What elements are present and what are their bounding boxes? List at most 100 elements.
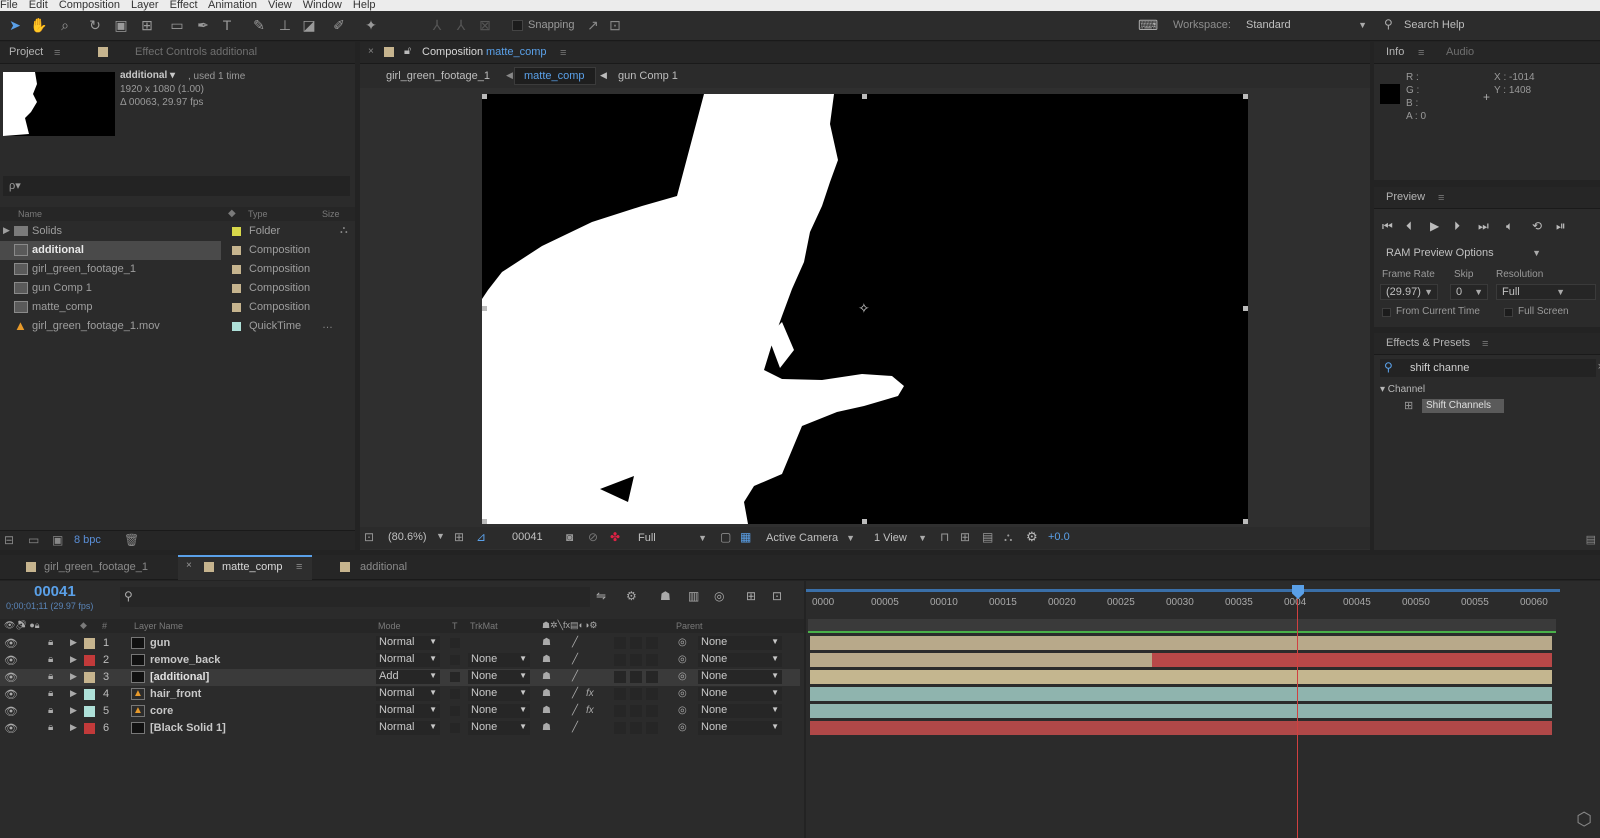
visibility-eye-icon[interactable]: 👁︎ bbox=[4, 637, 18, 650]
list-item[interactable]: ▶ Solids Folder ⛬ bbox=[0, 222, 352, 241]
switch-cell[interactable] bbox=[630, 705, 642, 717]
graph-editor-icon[interactable]: ⊞ bbox=[746, 589, 756, 603]
mode-dropdown[interactable]: Normal ▼ bbox=[376, 704, 440, 718]
navigator-bar[interactable] bbox=[808, 619, 1556, 633]
quality-switch-icon[interactable]: ╱ bbox=[572, 688, 578, 699]
pickwhip-icon[interactable]: ◎ bbox=[678, 637, 687, 648]
next-frame-icon[interactable]: ⏵ bbox=[1454, 219, 1460, 234]
workspace-dropdown[interactable]: Standard ▼ bbox=[1240, 17, 1372, 33]
snapping-checkbox[interactable] bbox=[512, 20, 523, 31]
ram-preview-icon[interactable]: ⏯ bbox=[1556, 219, 1566, 234]
layer-duration-bar[interactable] bbox=[810, 636, 1552, 650]
layer-handle[interactable] bbox=[1243, 306, 1248, 311]
visibility-eye-icon[interactable]: 👁︎ bbox=[4, 722, 18, 735]
breadcrumb-item[interactable]: gun Comp 1 bbox=[618, 70, 678, 82]
switch-cell[interactable] bbox=[646, 688, 658, 700]
preserve-transparency-checkbox[interactable] bbox=[450, 655, 460, 665]
zoom-value[interactable]: (80.6%) bbox=[388, 531, 427, 543]
effects-search-input[interactable]: ⚲ shift channe × bbox=[1380, 359, 1600, 377]
current-timecode[interactable]: 00041 bbox=[512, 531, 543, 543]
menu-edit[interactable]: Edit bbox=[29, 0, 48, 11]
play-icon[interactable]: ▶ bbox=[1430, 219, 1439, 233]
draft-3d-icon[interactable]: ⚙ bbox=[626, 589, 637, 603]
layer-row[interactable]: 👁︎ 🔒︎ ▶ 6 [Black Solid 1] Normal ▼ None ▼ ☗ ╱ ◎ None… bbox=[0, 720, 800, 737]
breadcrumb-item-active[interactable]: matte_comp bbox=[524, 70, 585, 82]
switch-cell[interactable] bbox=[614, 705, 626, 717]
trkmat-dropdown[interactable]: None ▼ bbox=[468, 653, 530, 667]
preview-title[interactable]: Preview bbox=[1386, 191, 1425, 203]
mode-dropdown[interactable]: Normal ▼ bbox=[376, 636, 440, 650]
switch-cell[interactable] bbox=[630, 654, 642, 666]
menu-layer[interactable]: Layer bbox=[131, 0, 159, 11]
parent-dropdown[interactable]: None ▼ bbox=[698, 636, 782, 650]
composition-viewer[interactable]: ✧ bbox=[482, 94, 1248, 524]
menu-file[interactable]: File bbox=[0, 0, 18, 11]
tab-additional[interactable]: additional bbox=[360, 561, 407, 573]
ram-preview-options-dropdown[interactable]: RAM Preview Options ▼ bbox=[1380, 245, 1546, 261]
menu-help[interactable]: Help bbox=[353, 0, 376, 11]
panel-menu-icon[interactable]: ≡ bbox=[54, 47, 60, 59]
timeline-icon[interactable]: ▤ bbox=[982, 530, 993, 544]
always-preview-icon[interactable]: ⊡ bbox=[364, 530, 374, 544]
quality-switch-icon[interactable]: ╱ bbox=[572, 671, 578, 682]
label-swatch[interactable] bbox=[84, 706, 95, 717]
shy-switch-icon[interactable]: ☗ bbox=[542, 705, 551, 716]
switch-cell[interactable] bbox=[646, 637, 658, 649]
switch-cell[interactable] bbox=[614, 722, 626, 734]
pickwhip-icon[interactable]: ◎ bbox=[678, 688, 687, 699]
snapshot-icon[interactable]: ◙ bbox=[566, 530, 573, 544]
switch-cell[interactable] bbox=[630, 637, 642, 649]
label-swatch[interactable] bbox=[84, 655, 95, 666]
layer-handle[interactable] bbox=[862, 94, 867, 99]
pen-tool-icon[interactable]: ✒ bbox=[194, 16, 212, 34]
switch-cell[interactable] bbox=[614, 637, 626, 649]
resolution-dropdown[interactable]: Full ▼ bbox=[632, 530, 712, 546]
visibility-eye-icon[interactable]: 👁︎ bbox=[4, 654, 18, 667]
switch-cell[interactable] bbox=[614, 688, 626, 700]
expand-arrow-icon[interactable]: ▶ bbox=[70, 637, 77, 648]
layer-row[interactable]: 👁︎ 🔒︎ ▶ 3 [additional] Add ▼ None ▼ ☗ ╱ ◎ None ▼ bbox=[0, 669, 800, 686]
layer-duration-bar[interactable] bbox=[810, 670, 1552, 684]
tab-composition-name[interactable]: matte_comp bbox=[486, 46, 547, 58]
project-search-input[interactable]: ρ▾ bbox=[3, 176, 350, 196]
brush-tool-icon[interactable]: ✎ bbox=[250, 16, 268, 34]
panel-menu-icon[interactable]: ≡ bbox=[1438, 192, 1444, 204]
flowchart-icon[interactable]: ⛬ bbox=[340, 224, 348, 237]
new-composition-icon[interactable]: ▣ bbox=[52, 533, 63, 547]
lock-icon[interactable]: 🔒︎ bbox=[48, 688, 53, 699]
col-size[interactable]: Size bbox=[322, 209, 340, 219]
expand-arrow-icon[interactable]: ▶ bbox=[3, 225, 10, 236]
preserve-transparency-checkbox[interactable] bbox=[450, 723, 460, 733]
time-ruler[interactable]: 0000 00005 00010 00015 00020 00025 00030 00035 0… bbox=[806, 581, 1600, 617]
panel-menu-icon[interactable]: ≡ bbox=[1482, 338, 1488, 350]
menu-animation[interactable]: Animation bbox=[208, 0, 257, 11]
clone-stamp-tool-icon[interactable]: ⊥ bbox=[276, 16, 294, 34]
pickwhip-icon[interactable]: ◎ bbox=[678, 722, 687, 733]
camera-tool-icon[interactable]: ▣ bbox=[112, 16, 130, 34]
tab-effect-controls[interactable]: Effect Controls additional bbox=[135, 46, 257, 58]
from-current-checkbox[interactable] bbox=[1382, 308, 1391, 317]
quality-switch-icon[interactable]: ╱ bbox=[572, 637, 578, 648]
pickwhip-icon[interactable]: ◎ bbox=[678, 705, 687, 716]
transparency-grid-icon[interactable]: ▦ bbox=[740, 530, 751, 544]
exposure-reset-icon[interactable]: ⚙ bbox=[1026, 529, 1038, 545]
list-item[interactable]: gun Comp 1 Composition bbox=[0, 279, 352, 298]
snap-edges-icon[interactable]: ↗ bbox=[584, 16, 602, 34]
expand-arrow-icon[interactable]: ▶ bbox=[70, 654, 77, 665]
trkmat-dropdown[interactable]: None ▼ bbox=[468, 687, 530, 701]
breadcrumb-item[interactable]: girl_green_footage_1 bbox=[386, 70, 490, 82]
layer-duration-segment[interactable] bbox=[1152, 653, 1552, 667]
loop-icon[interactable]: ⟲ bbox=[1532, 219, 1542, 233]
preserve-transparency-checkbox[interactable] bbox=[450, 706, 460, 716]
visibility-eye-icon[interactable]: 👁︎ bbox=[4, 688, 18, 701]
menu-composition[interactable]: Composition bbox=[59, 0, 120, 11]
col-mode[interactable]: Mode bbox=[378, 621, 401, 631]
switches-icon[interactable]: ☗✲╲fx▤◐◑⚙ bbox=[542, 620, 597, 631]
previous-frame-icon[interactable]: ⏴ bbox=[1406, 219, 1412, 234]
show-snapshot-icon[interactable]: ⊘ bbox=[588, 530, 598, 544]
shy-switch-icon[interactable]: ☗ bbox=[542, 671, 551, 682]
layer-row[interactable]: 👁︎ 🔒︎ ▶ 5 ▲ core Normal ▼ None ▼ ☗ ╱ fx ◎ None ▼ bbox=[0, 703, 800, 720]
skip-dropdown[interactable]: 0 ▼ bbox=[1450, 284, 1488, 300]
switch-cell[interactable] bbox=[614, 654, 626, 666]
pickwhip-icon[interactable]: ◎ bbox=[678, 654, 687, 665]
